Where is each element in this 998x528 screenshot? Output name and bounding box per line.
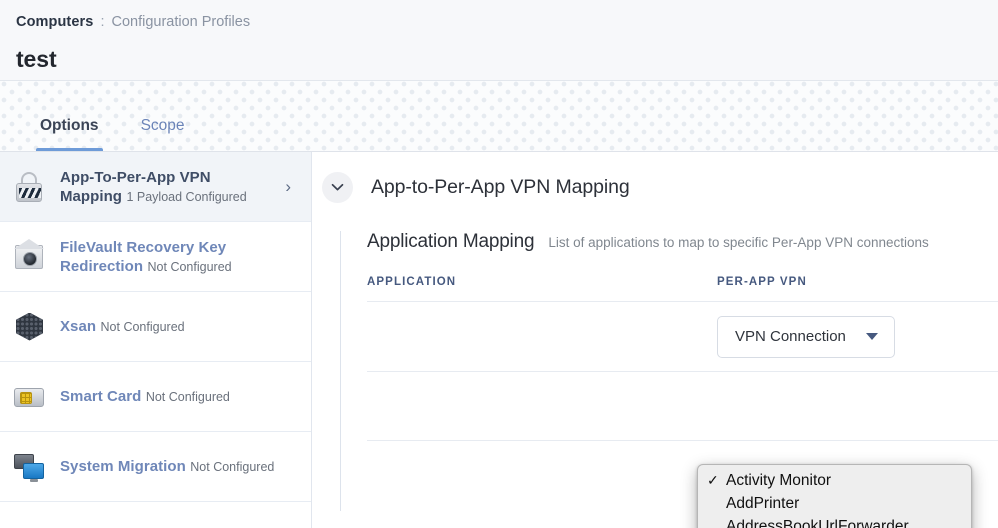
menu-item-label: AddressBookUrlForwarder <box>726 517 909 528</box>
system-migration-icon <box>12 450 46 484</box>
sidebar-item-system-migration[interactable]: System Migration Not Configured <box>0 432 311 502</box>
sidebar-item-label: Xsan <box>60 318 97 335</box>
body-split: App-To-Per-App VPN Mapping 1 Payload Con… <box>0 152 998 528</box>
sidebar-item-status: Not Configured <box>190 460 275 474</box>
vpn-connection-select[interactable]: VPN Connection <box>717 315 895 358</box>
vpn-connection-select-value: VPN Connection <box>735 328 846 345</box>
sidebar-item-label: System Migration <box>60 458 186 475</box>
menu-item[interactable]: ✓ Activity Monitor <box>698 469 971 492</box>
table-header-row: APPLICATION PER-APP VPN <box>367 276 998 301</box>
sidebar-item-filevault-recovery-key-redirection[interactable]: FileVault Recovery Key Redirection Not C… <box>0 222 311 292</box>
column-header-application: APPLICATION <box>367 276 457 288</box>
tab-options[interactable]: Options <box>30 117 109 151</box>
page-header: Computers : Configuration Profiles test <box>0 0 998 80</box>
table-row <box>367 371 998 441</box>
sidebar-item-status: Not Configured <box>145 390 230 404</box>
panel-description: List of applications to map to specific … <box>548 235 929 250</box>
sidebar-item-status: Not Configured <box>147 259 232 274</box>
panel-title: Application Mapping <box>367 231 535 252</box>
chevron-right-icon[interactable]: › <box>285 178 297 195</box>
breadcrumb: Computers : Configuration Profiles <box>16 12 982 32</box>
menu-item[interactable]: AddressBookUrlForwarder <box>698 515 971 528</box>
menu-item[interactable]: AddPrinter <box>698 492 971 515</box>
section-title: App-to-Per-App VPN Mapping <box>371 176 630 198</box>
application-dropdown-menu[interactable]: ✓ Activity Monitor AddPrinter AddressBoo… <box>697 464 972 528</box>
payload-detail-pane: App-to-Per-App VPN Mapping Application M… <box>312 152 998 528</box>
sidebar-item-xsan[interactable]: Xsan Not Configured <box>0 292 311 362</box>
payload-sidebar: App-To-Per-App VPN Mapping 1 Payload Con… <box>0 152 312 528</box>
breadcrumb-child[interactable]: Configuration Profiles <box>111 12 250 32</box>
caret-down-icon <box>866 333 878 340</box>
menu-item-label: Activity Monitor <box>726 471 832 489</box>
sidebar-item-status: 1 Payload Configured <box>126 189 247 204</box>
sidebar-item-label: Smart Card <box>60 388 142 405</box>
sidebar-item-smart-card[interactable]: Smart Card Not Configured <box>0 362 311 432</box>
lock-icon <box>12 170 46 204</box>
xsan-cube-icon <box>12 310 46 344</box>
page-title: test <box>16 46 57 72</box>
sidebar-item-app-to-per-app-vpn-mapping[interactable]: App-To-Per-App VPN Mapping 1 Payload Con… <box>0 152 311 222</box>
breadcrumb-separator: : <box>100 14 105 30</box>
tab-scope[interactable]: Scope <box>131 117 195 151</box>
tab-bar: Options Scope <box>0 80 998 152</box>
chevron-down-icon <box>331 183 344 191</box>
checkmark-icon: ✓ <box>707 472 719 488</box>
application-mapping-table: APPLICATION PER-APP VPN VPN Connection <box>367 276 998 441</box>
table-row: VPN Connection <box>367 301 998 371</box>
section-header: App-to-Per-App VPN Mapping <box>312 152 998 203</box>
menu-item-label: AddPrinter <box>726 494 800 512</box>
smart-card-icon <box>12 380 46 414</box>
vpn-select-cell: VPN Connection <box>717 315 998 358</box>
collapse-toggle-button[interactable] <box>322 172 353 203</box>
column-header-per-app-vpn: PER-APP VPN <box>717 276 807 288</box>
filevault-house-icon <box>12 238 46 274</box>
sidebar-item-status: Not Configured <box>100 320 185 334</box>
breadcrumb-parent[interactable]: Computers <box>16 12 93 32</box>
